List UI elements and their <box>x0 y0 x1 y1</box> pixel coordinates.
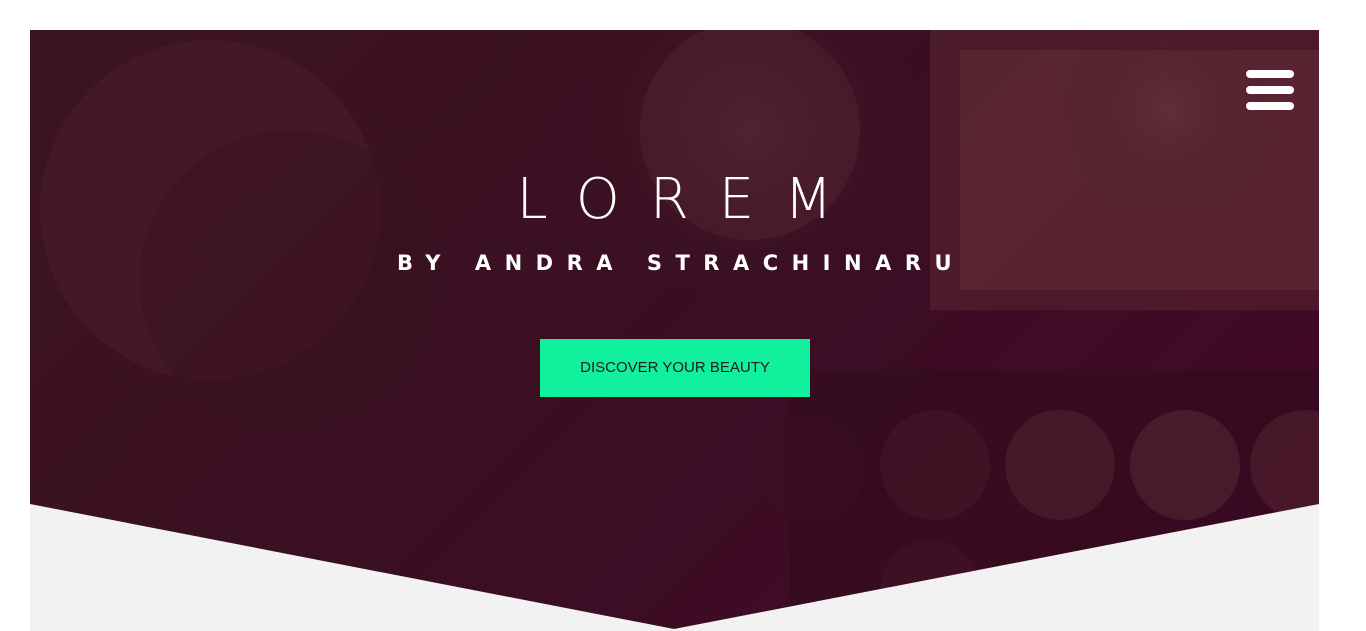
eyeshadow-pan <box>755 415 865 525</box>
eyeshadow-pan <box>1005 410 1115 520</box>
hero-subtitle: BY ANDRA STRACHINARU <box>396 251 966 275</box>
hamburger-menu-button[interactable] <box>1246 70 1294 110</box>
eyeshadow-pan <box>880 410 990 520</box>
hamburger-menu-icon <box>1246 70 1294 78</box>
landing-page: LOREM BY ANDRA STRACHINARU DISCOVER YOUR… <box>0 0 1366 631</box>
hero-title: LOREM <box>516 167 863 232</box>
hamburger-menu-icon <box>1246 102 1294 110</box>
hamburger-menu-icon <box>1246 86 1294 94</box>
discover-your-beauty-button[interactable]: DISCOVER YOUR BEAUTY <box>540 339 810 397</box>
eyeshadow-pan <box>1130 410 1240 520</box>
angled-section-divider <box>30 504 674 631</box>
hero-background-image <box>30 30 1319 631</box>
hero-section: LOREM BY ANDRA STRACHINARU DISCOVER YOUR… <box>30 30 1319 631</box>
